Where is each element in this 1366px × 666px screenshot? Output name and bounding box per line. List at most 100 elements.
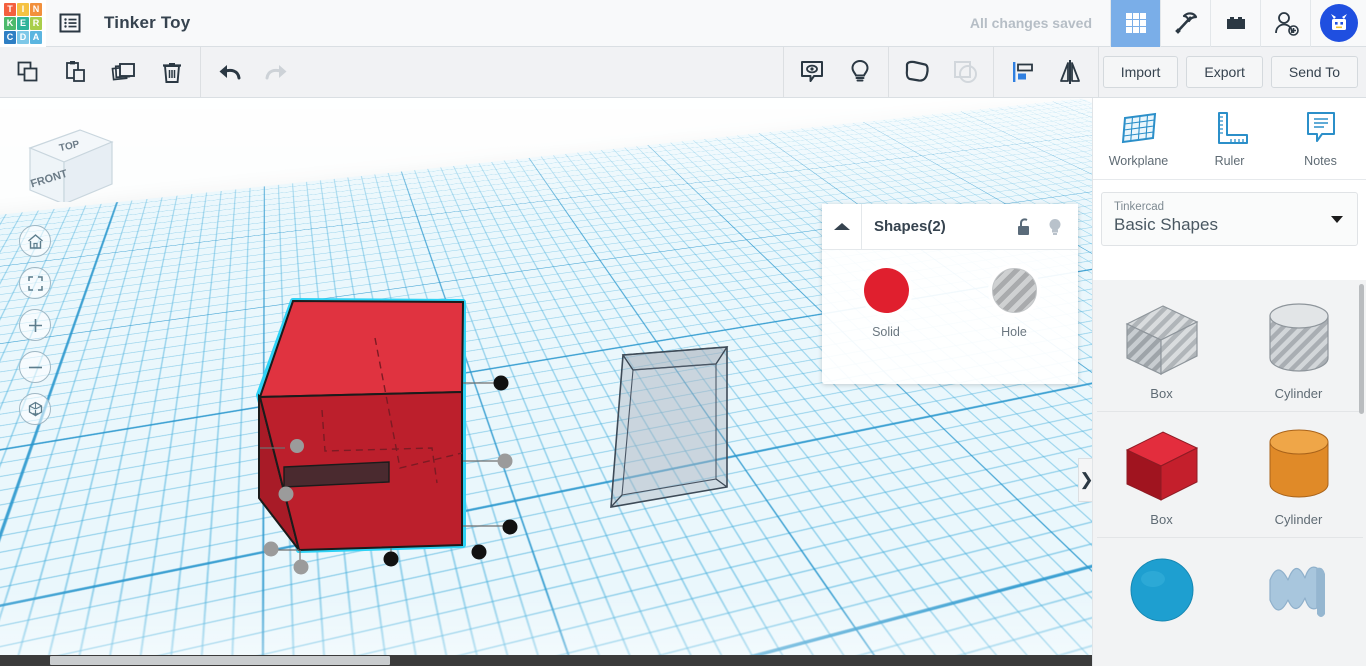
resize-handle[interactable] — [502, 519, 518, 535]
shape-item-sphere-solid[interactable] — [1093, 538, 1230, 648]
grid-view-icon — [1125, 13, 1146, 33]
notes-icon — [1306, 112, 1335, 142]
hole-label: Hole — [1001, 325, 1027, 339]
hole-box[interactable] — [610, 346, 729, 508]
logo-tile-n: N — [30, 2, 42, 16]
redo-button[interactable] — [253, 47, 301, 97]
tinkercad-logo[interactable]: TINKERCDA — [0, 0, 46, 47]
home-view-button[interactable] — [19, 225, 51, 257]
box-hole-icon — [1125, 305, 1198, 375]
edit-toolbar: Import Export Send To — [0, 47, 1366, 98]
resize-handle[interactable] — [263, 541, 279, 557]
resize-handle[interactable] — [471, 544, 487, 560]
comment-button[interactable] — [788, 47, 836, 97]
delete-icon — [163, 63, 181, 83]
toolbar-actions: Import Export Send To — [1102, 47, 1366, 97]
project-title[interactable]: Tinker Toy — [104, 13, 190, 33]
avatar[interactable] — [1319, 4, 1358, 42]
grid-view-button[interactable] — [1110, 0, 1160, 47]
sidebar-item-workplane[interactable]: Workplane — [1093, 108, 1184, 179]
shapes-panel-collapse-button[interactable] — [822, 204, 862, 249]
robot-avatar-icon — [1330, 14, 1347, 30]
sphere-solid-icon — [1130, 558, 1193, 622]
view-cube[interactable]: TOP FRONT — [22, 116, 118, 205]
sidebar-notes-label: Notes — [1304, 154, 1337, 168]
resize-handle[interactable] — [293, 559, 309, 575]
invite-user-button[interactable] — [1260, 0, 1310, 47]
shape-library[interactable]: Box Cylinder Box Cylinder — [1093, 280, 1366, 666]
avatar-container — [1310, 0, 1366, 47]
delete-button[interactable] — [148, 47, 196, 97]
pickaxe-icon — [1174, 12, 1197, 34]
zoom-in-button[interactable] — [19, 309, 51, 341]
logo-tile-t: T — [4, 2, 16, 16]
cylinder-solid-icon — [1269, 429, 1328, 498]
lightbulb-icon — [851, 59, 869, 82]
home-icon — [27, 233, 43, 249]
shapes-panel: Shapes(2) Solid Hole — [822, 204, 1078, 384]
shape-collection-select[interactable]: Tinkercad Basic Shapes — [1101, 192, 1358, 246]
shape-item-box-solid[interactable]: Box — [1093, 412, 1230, 537]
fit-view-button[interactable] — [19, 267, 51, 299]
duplicate-button[interactable] — [100, 47, 148, 97]
group-icon — [905, 60, 929, 82]
rotate-handle[interactable] — [290, 439, 304, 453]
shape-item-box-hole[interactable]: Box — [1093, 286, 1230, 411]
align-button[interactable] — [998, 47, 1046, 97]
ungroup-button[interactable] — [941, 47, 989, 97]
shape-item-cylinder-solid[interactable]: Cylinder — [1230, 412, 1366, 537]
paste-button[interactable] — [52, 47, 100, 97]
right-sidebar: Workplane Ruler Notes Tinkercad Basic Sh… — [1092, 98, 1366, 666]
cube-icon — [28, 401, 42, 416]
hole-option[interactable]: Hole — [950, 268, 1078, 339]
undo-button[interactable] — [205, 47, 253, 97]
copy-button[interactable] — [4, 47, 52, 97]
group-button[interactable] — [893, 47, 941, 97]
red-box[interactable] — [256, 298, 518, 575]
shape-item-scribble[interactable] — [1230, 538, 1366, 648]
redo-icon — [265, 65, 287, 80]
mirror-button[interactable] — [1046, 47, 1094, 97]
lightbulb-icon[interactable] — [1046, 217, 1064, 237]
fit-frame-icon — [27, 275, 43, 291]
resize-handle[interactable] — [493, 375, 509, 391]
zoom-out-button[interactable] — [19, 351, 51, 383]
chevron-down-icon — [1331, 216, 1343, 223]
toolbar-divider-2 — [782, 47, 784, 97]
logo-tile-i: I — [17, 2, 29, 16]
perspective-toggle-button[interactable] — [19, 393, 51, 425]
workplane-icon — [1121, 112, 1156, 144]
project-menu-button[interactable] — [46, 0, 94, 47]
unlock-icon[interactable] — [1016, 217, 1034, 237]
blocks-button[interactable] — [1210, 0, 1260, 47]
send-to-button[interactable]: Send To — [1270, 56, 1358, 88]
shape-item-cylinder-hole[interactable]: Cylinder — [1230, 286, 1366, 411]
codeblocks-button[interactable] — [1160, 0, 1210, 47]
undo-icon — [219, 65, 241, 80]
shape-row: Box Cylinder — [1093, 286, 1366, 411]
solid-label: Solid — [872, 325, 900, 339]
paste-icon — [66, 61, 85, 82]
note-button[interactable] — [836, 47, 884, 97]
sidebar-item-notes[interactable]: Notes — [1275, 108, 1366, 179]
solid-option[interactable]: Solid — [822, 268, 950, 339]
logo-tile-a: A — [30, 30, 42, 44]
export-button[interactable]: Export — [1186, 56, 1263, 88]
shapes-panel-title: Shapes(2) — [874, 218, 946, 235]
logo-tile-r: R — [30, 16, 42, 30]
resize-handle[interactable] — [278, 486, 294, 502]
sidebar-item-ruler[interactable]: Ruler — [1184, 108, 1275, 179]
logo-tile-d: D — [17, 30, 29, 44]
shape-library-scrollbar[interactable] — [1359, 284, 1364, 414]
canvas-horizontal-scrollbar[interactable] — [0, 655, 1092, 666]
collection-source: Tinkercad — [1114, 201, 1165, 213]
sidebar-ruler-label: Ruler — [1214, 154, 1245, 168]
panel-expand-tab[interactable]: ❯ — [1078, 458, 1092, 502]
box-solid-icon — [1125, 431, 1198, 501]
canvas-scrollbar-thumb[interactable] — [50, 656, 390, 665]
resize-handle[interactable] — [383, 551, 399, 567]
3d-canvas[interactable]: TOP FRONT Shapes(2) Solid Hole — [0, 98, 1092, 666]
view-cube-icon: TOP FRONT — [28, 129, 114, 205]
import-button[interactable]: Import — [1102, 56, 1179, 88]
resize-handle[interactable] — [497, 453, 513, 469]
